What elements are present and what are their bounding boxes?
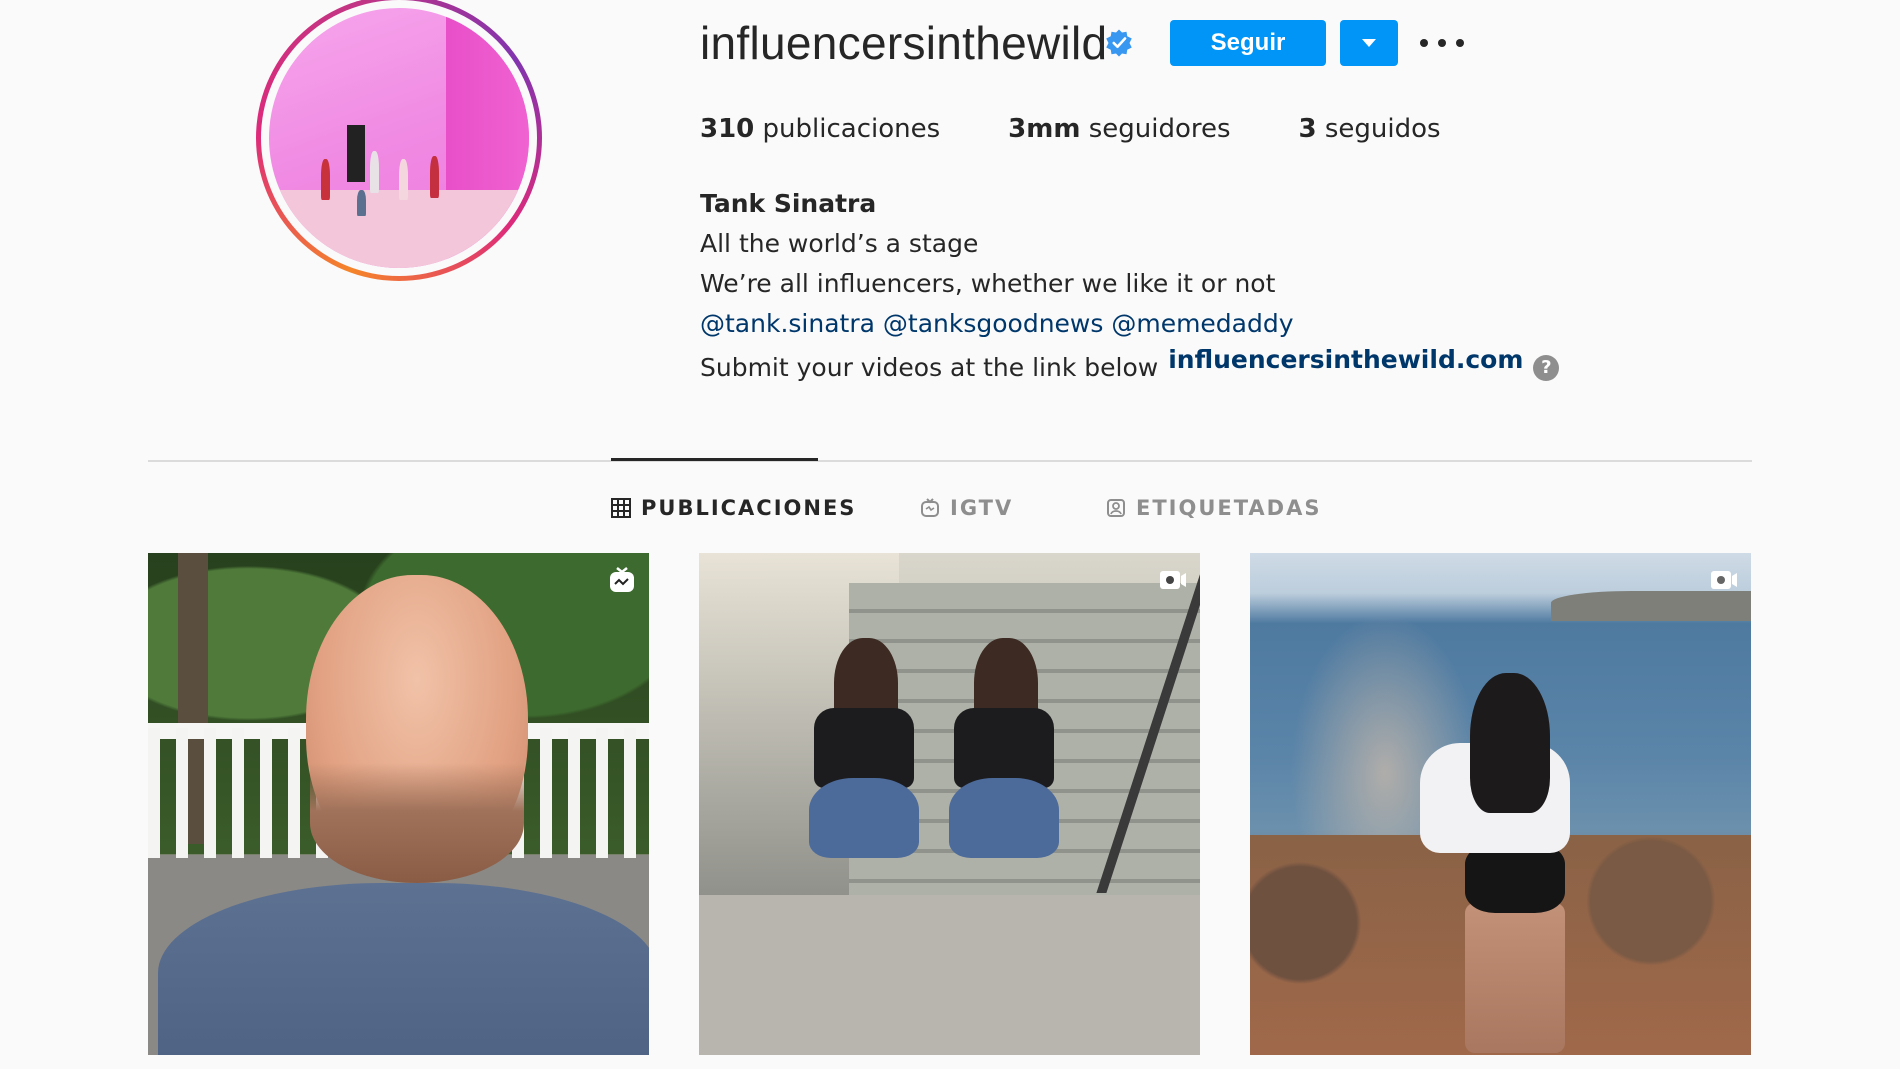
mention-link[interactable]: @memedaddy [1111,309,1293,338]
more-options-button[interactable] [1420,30,1464,56]
profile-full-name: Tank Sinatra [700,189,877,218]
tab-igtv[interactable]: IGTV [920,496,1013,520]
mention-link[interactable]: @tank.sinatra [700,309,875,338]
grid-icon [611,498,631,518]
profile-avatar [269,8,529,268]
following-count-stat[interactable]: 3 seguidos [1299,114,1441,144]
bio-line: We’re all influencers, whether we like i… [700,269,1276,298]
profile-page: influencersinthewild Seguir 310 publicac… [0,0,1900,1069]
more-dots-icon [1420,39,1428,47]
profile-tabs: PUBLICACIONES IGTV ETIQUETADAS [0,496,1900,526]
verified-badge-icon [1106,29,1132,57]
external-website-link[interactable]: influencersinthewild.com [1168,340,1523,380]
profile-stats: 310 publicaciones 3mm seguidores 3 segui… [700,114,1509,144]
help-icon[interactable]: ? [1533,355,1560,381]
active-tab-indicator [611,458,818,461]
post-thumbnail[interactable] [699,553,1200,1055]
profile-bio: Tank Sinatra All the world’s a stage We’… [700,184,1560,388]
chevron-down-icon [1362,39,1376,47]
suggested-accounts-dropdown-button[interactable] [1340,20,1398,66]
tab-publicaciones[interactable]: PUBLICACIONES [611,496,856,520]
tab-etiquetadas[interactable]: ETIQUETADAS [1106,496,1322,520]
profile-avatar-story-ring[interactable] [256,0,542,281]
mention-link[interactable]: @tanksgoodnews [883,309,1104,338]
video-icon [1160,571,1186,589]
followers-count-stat[interactable]: 3mm seguidores [1008,114,1230,144]
igtv-icon [921,498,939,517]
bio-link-prefix: Submit your videos at the link below [700,353,1159,382]
follow-button[interactable]: Seguir [1170,20,1326,66]
bio-link-line: Submit your videos at the link below inf… [700,345,1560,388]
igtv-icon [610,567,634,592]
bio-mentions: @tank.sinatra @tanksgoodnews @memedaddy [700,304,1559,344]
tabs-divider [148,460,1752,462]
post-thumbnail[interactable] [1250,553,1751,1055]
post-thumbnail[interactable] [148,553,649,1055]
tagged-icon [1107,499,1125,517]
profile-username: influencersinthewild [700,17,1108,69]
video-icon [1711,571,1737,589]
posts-count-stat: 310 publicaciones [700,114,941,144]
bio-line: All the world’s a stage [700,229,979,258]
